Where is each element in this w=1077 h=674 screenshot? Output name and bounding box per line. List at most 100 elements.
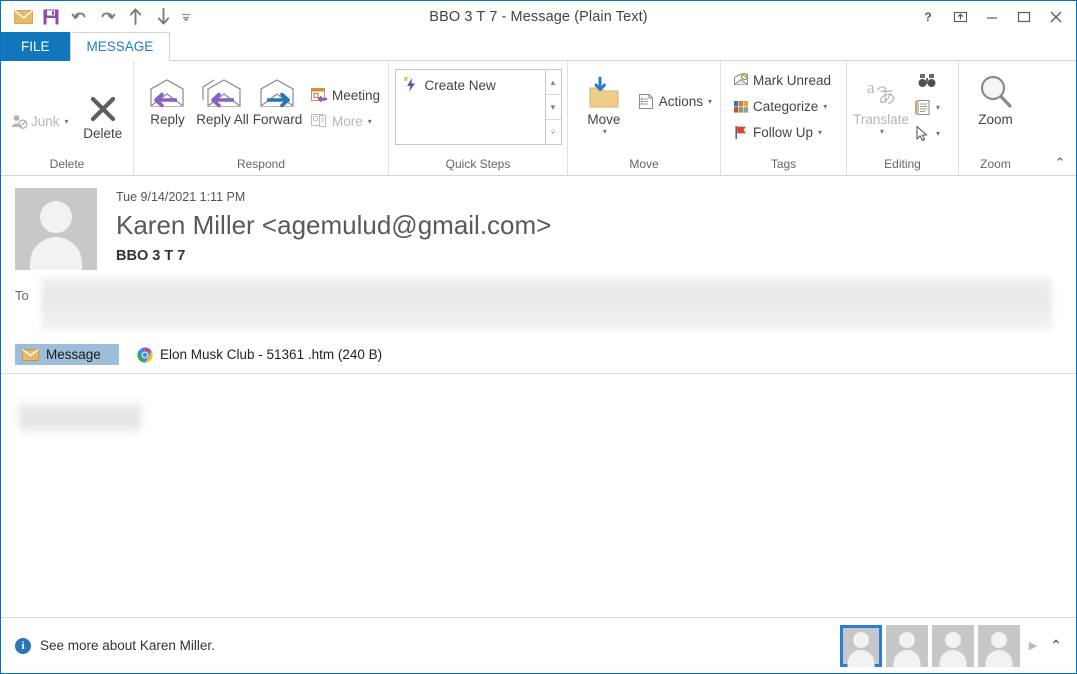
more-button[interactable]: More ▾	[307, 108, 384, 134]
envelope-icon	[22, 348, 39, 361]
message-tab-chip[interactable]: Message	[15, 344, 119, 365]
people-pane: ▶ ⌃	[840, 624, 1068, 667]
delete-label: Delete	[83, 125, 123, 141]
group-label-editing: Editing	[884, 157, 921, 171]
minimize-icon[interactable]	[976, 3, 1008, 31]
message-subject: BBO 3 T 7	[116, 248, 186, 264]
avatar-head	[899, 631, 915, 648]
scroll-up-icon[interactable]: ▲	[546, 70, 561, 94]
ribbon-group-delete: Junk ▾ Delete Delete	[1, 61, 133, 176]
window-controls: ?	[912, 3, 1076, 31]
chevron-down-icon: ▾	[818, 127, 823, 137]
move-label: Move	[587, 112, 621, 127]
lightning-icon	[403, 77, 419, 93]
ribbon-group-quick-steps: Create New ▲ ▼ ⩒ Quick Steps	[388, 61, 567, 176]
svg-text:?: ?	[924, 10, 931, 24]
forward-label: Forward	[252, 112, 303, 127]
avatar-body	[939, 649, 967, 667]
reading-pane: Tue 9/14/2021 1:11 PM Karen Miller <agem…	[1, 176, 1076, 617]
previous-item-icon[interactable]	[121, 4, 149, 30]
undo-icon[interactable]	[65, 4, 93, 30]
move-button[interactable]: Move ▾	[574, 66, 634, 136]
reply-label: Reply	[150, 112, 185, 127]
chevron-down-icon: ▾	[707, 96, 712, 106]
delete-button[interactable]: Delete	[77, 80, 129, 141]
select-document-button[interactable]: ▾	[910, 94, 944, 120]
group-label-respond: Respond	[236, 157, 286, 171]
junk-label: Junk	[31, 113, 60, 129]
restore-down-icon[interactable]	[944, 3, 976, 31]
to-recipients-redacted[interactable]	[41, 278, 1052, 330]
document-select-icon	[914, 99, 931, 116]
maximize-icon[interactable]	[1008, 3, 1040, 31]
message-date: Tue 9/14/2021 1:11 PM	[116, 190, 246, 204]
redo-icon[interactable]	[93, 4, 121, 30]
group-label-delete: Delete	[49, 157, 85, 171]
pointer-select-button[interactable]: ▾	[910, 120, 944, 146]
avatar-body	[893, 649, 921, 667]
quick-access-toolbar	[1, 4, 195, 30]
meeting-label: Meeting	[331, 87, 380, 103]
close-icon[interactable]	[1040, 3, 1072, 31]
reply-all-button[interactable]: Reply All	[195, 66, 250, 127]
binoculars-icon	[918, 73, 937, 89]
reply-button[interactable]: Reply	[140, 66, 195, 127]
avatar-head	[991, 631, 1007, 648]
envelope-icon[interactable]	[9, 4, 37, 30]
person-avatar-3[interactable]	[932, 624, 974, 667]
tab-file[interactable]: FILE	[1, 32, 70, 61]
person-avatar-2[interactable]	[886, 624, 928, 667]
junk-button[interactable]: Junk ▾	[7, 108, 73, 134]
people-next-arrow-icon[interactable]: ▶	[1024, 639, 1042, 652]
sender-avatar	[15, 188, 97, 270]
quick-steps-scrollbar[interactable]: ▲ ▼ ⩒	[544, 70, 561, 144]
mark-unread-icon	[733, 72, 750, 88]
forward-button[interactable]: Forward	[250, 66, 305, 127]
reply-all-label: Reply All	[196, 112, 249, 127]
attachment-item[interactable]: Elon Musk Club - 51361 .htm (240 B)	[133, 345, 386, 365]
see-more-about-sender[interactable]: See more about Karen Miller.	[40, 638, 215, 653]
quick-step-create-new[interactable]: Create New	[399, 73, 545, 97]
actions-button[interactable]: Actions ▾	[634, 88, 716, 114]
translate-button[interactable]: a あ Translate ▾	[852, 66, 910, 136]
chevron-down-icon: ▾	[367, 116, 372, 126]
chevron-down-icon: ▾	[823, 101, 828, 111]
magnifier-icon	[977, 70, 1015, 110]
customize-qat-icon[interactable]	[177, 4, 195, 30]
message-body[interactable]	[1, 374, 1076, 617]
chevron-down-icon: ▾	[936, 102, 941, 112]
zoom-button[interactable]: Zoom	[965, 66, 1027, 127]
help-icon[interactable]: ?	[912, 3, 944, 31]
categorize-button[interactable]: Categorize ▾	[729, 93, 835, 119]
people-pane-expand-icon[interactable]: ⌃	[1046, 637, 1066, 654]
person-avatar-4[interactable]	[978, 624, 1020, 667]
ribbon-group-respond: Reply Reply All Forward Meeting More ▾ R…	[133, 61, 388, 176]
tab-message[interactable]: MESSAGE	[69, 32, 171, 61]
translate-label: Translate	[853, 112, 909, 127]
reply-icon	[147, 70, 187, 110]
next-item-icon[interactable]	[149, 4, 177, 30]
actions-icon	[638, 93, 656, 110]
categorize-label: Categorize	[753, 98, 819, 114]
person-avatar-1[interactable]	[840, 624, 882, 667]
ribbon-group-zoom: Zoom Zoom	[958, 61, 1032, 176]
meeting-button[interactable]: Meeting	[307, 82, 384, 108]
group-label-tags: Tags	[770, 157, 797, 171]
move-folder-icon	[584, 70, 624, 110]
gallery-more-icon[interactable]: ⩒	[545, 119, 561, 144]
collapse-ribbon-button[interactable]: ⌃	[1050, 153, 1070, 173]
scroll-down-icon[interactable]: ▼	[545, 94, 561, 119]
chevron-down-icon: ▾	[879, 127, 884, 136]
find-button[interactable]	[910, 68, 944, 94]
quick-steps-gallery[interactable]: Create New ▲ ▼ ⩒	[394, 69, 562, 145]
mark-unread-button[interactable]: Mark Unread	[729, 67, 835, 93]
avatar-head	[853, 631, 869, 648]
save-icon[interactable]	[37, 4, 65, 30]
svg-text:あ: あ	[878, 87, 896, 107]
more-label: More	[331, 113, 363, 129]
avatar-head	[945, 631, 961, 648]
avatar-head	[40, 201, 72, 233]
ribbon: Junk ▾ Delete Delete Reply Reply All For…	[1, 61, 1076, 176]
chevron-down-icon: ▾	[602, 127, 607, 136]
follow-up-button[interactable]: Follow Up ▾	[729, 119, 835, 145]
